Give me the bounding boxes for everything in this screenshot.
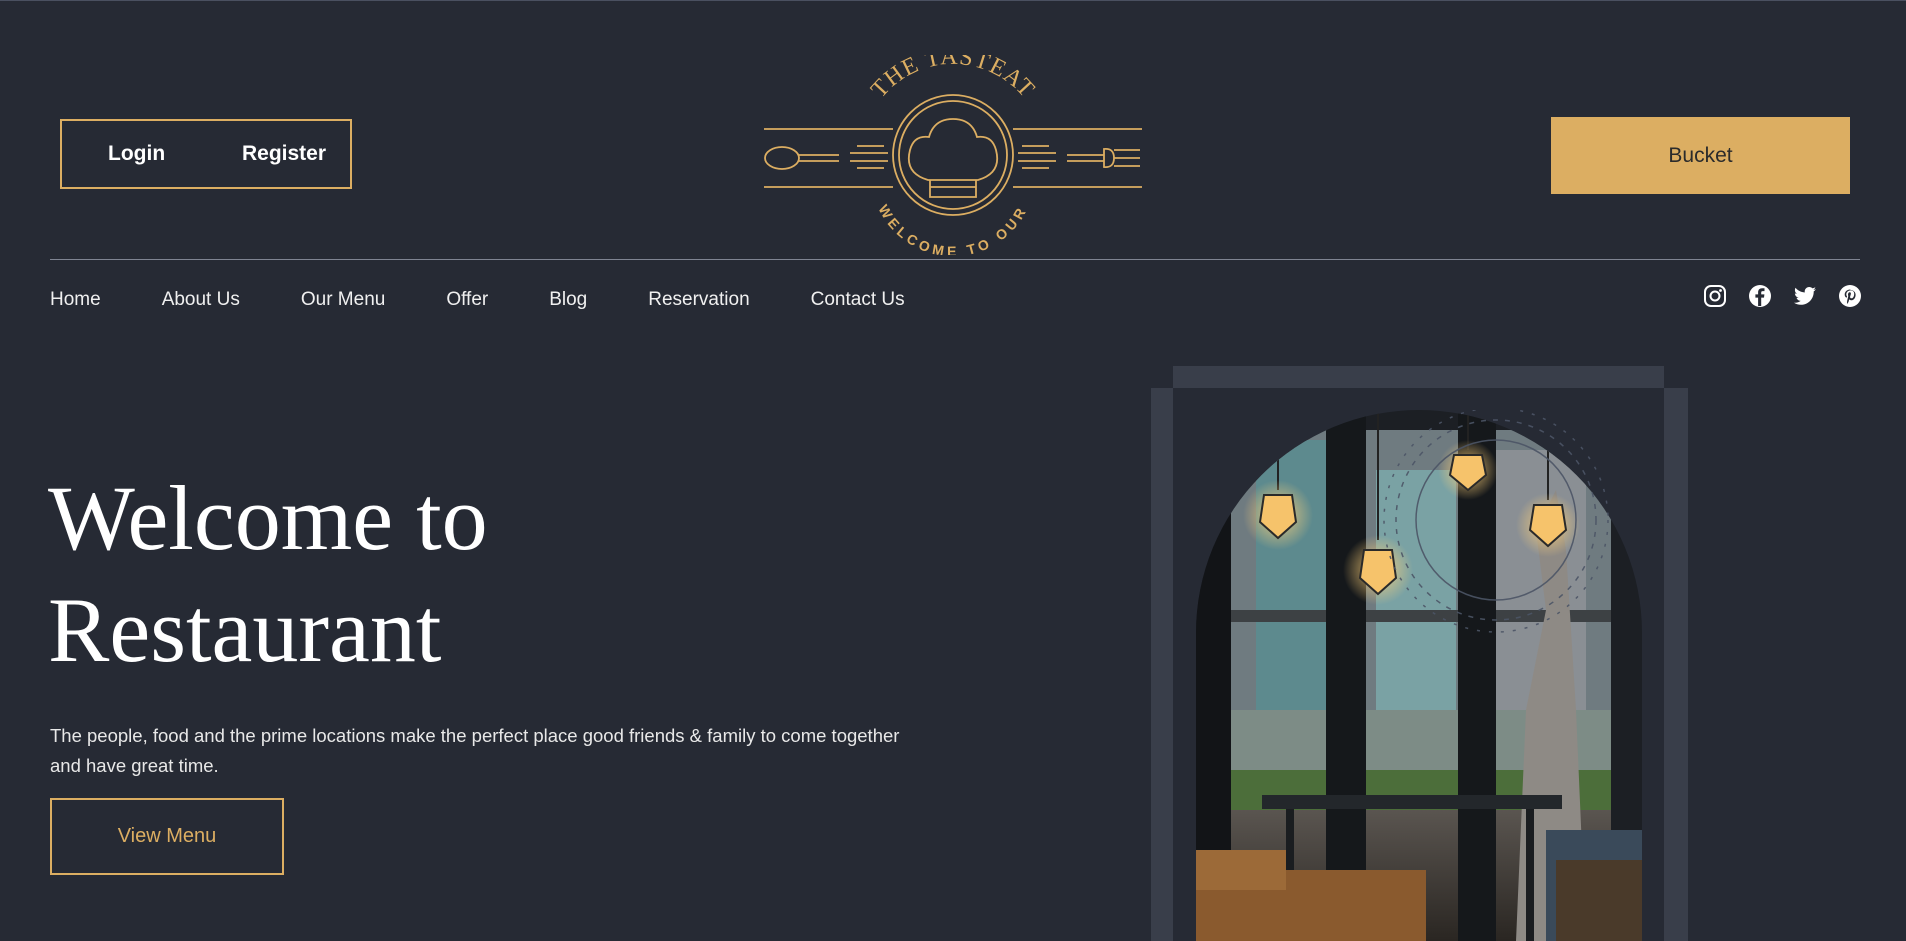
twitter-icon[interactable] [1792, 283, 1817, 308]
login-button[interactable]: Login [108, 142, 165, 166]
hero-title: Welcome to Restaurant [48, 462, 748, 686]
nav-item-blog[interactable]: Blog [549, 286, 587, 316]
register-button[interactable]: Register [242, 142, 326, 166]
hero-description: The people, food and the prime locations… [50, 724, 900, 776]
nav-item-home[interactable]: Home [50, 286, 101, 316]
instagram-icon[interactable] [1702, 283, 1727, 308]
restaurant-logo[interactable]: THE TASTEAT WELCOME TO OUR [762, 55, 1144, 255]
hero-title-line1: Welcome to [48, 467, 488, 569]
header-divider [50, 259, 1860, 260]
image-frame-left [1151, 388, 1173, 941]
top-border [0, 0, 1906, 1]
nav-item-offer[interactable]: Offer [446, 286, 488, 316]
facebook-icon[interactable] [1747, 283, 1772, 308]
auth-box: Login Register [60, 119, 352, 189]
social-links [1702, 283, 1862, 308]
image-frame-right [1664, 388, 1688, 941]
nav-item-reservation[interactable]: Reservation [648, 286, 749, 316]
image-frame-top [1173, 366, 1664, 388]
nav-item-contact-us[interactable]: Contact Us [811, 286, 905, 316]
nav-item-about-us[interactable]: About Us [162, 286, 240, 316]
view-menu-button[interactable]: View Menu [50, 798, 284, 875]
hero-title-line2: Restaurant [48, 579, 442, 681]
restaurant-interior-image [1196, 410, 1642, 941]
main-nav: Home About Us Our Menu Offer Blog Reserv… [50, 286, 966, 316]
pinterest-icon[interactable] [1837, 283, 1862, 308]
nav-item-our-menu[interactable]: Our Menu [301, 286, 385, 316]
bucket-button[interactable]: Bucket [1551, 117, 1850, 194]
